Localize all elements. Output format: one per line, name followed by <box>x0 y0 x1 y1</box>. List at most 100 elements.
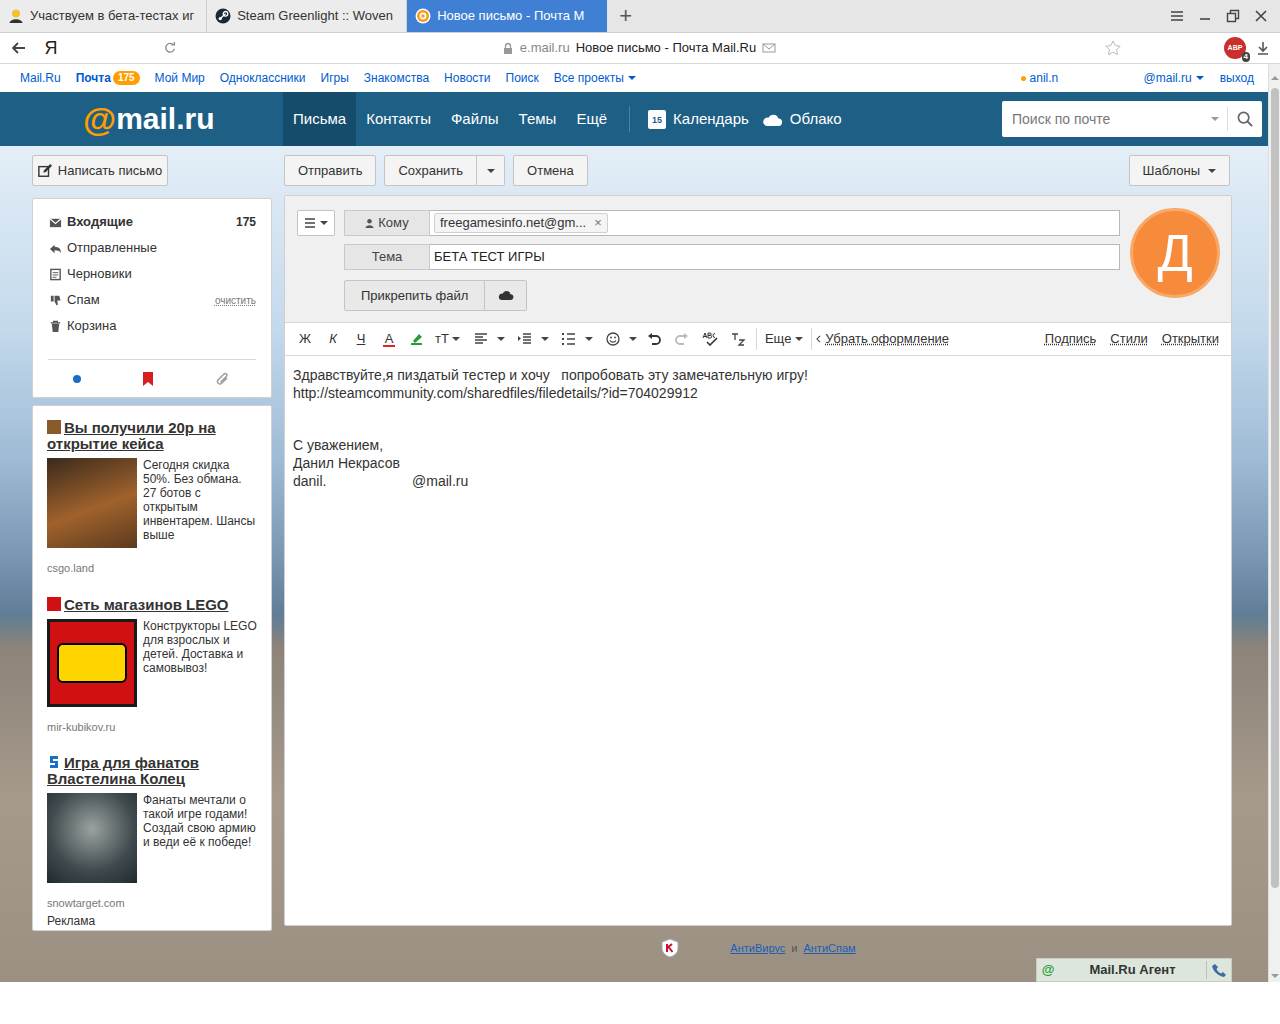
star-icon[interactable] <box>1098 40 1128 56</box>
phone-icon[interactable] <box>1207 963 1231 977</box>
send-button[interactable]: Отправить <box>284 155 376 186</box>
cancel-button[interactable]: Отмена <box>513 155 588 186</box>
download-icon[interactable] <box>1246 41 1280 55</box>
compose-label: Написать письмо <box>58 161 162 181</box>
minimize-icon[interactable] <box>1194 9 1216 23</box>
portal-link[interactable]: Поиск <box>506 69 539 87</box>
browser-tab[interactable]: Steam Greenlight :: Woven <box>207 0 407 32</box>
envelope-icon <box>762 42 776 54</box>
portal-link[interactable]: Новости <box>444 69 490 87</box>
reload-icon[interactable] <box>160 41 180 55</box>
search-input[interactable] <box>1012 109 1203 130</box>
folder-item[interactable]: Спамочистить <box>48 287 256 313</box>
folder-item[interactable]: Входящие175 <box>48 209 256 235</box>
adblock-badge[interactable]: ABP4 <box>1224 37 1246 59</box>
ad-title-row[interactable]: Сеть магазинов LEGO <box>47 597 257 613</box>
folder-item[interactable]: Корзина <box>48 313 256 339</box>
underline-button[interactable]: Ч <box>347 327 375 351</box>
align-icon[interactable] <box>467 327 495 351</box>
mail-logo[interactable]: @mail.ru <box>0 92 283 146</box>
unread-filter-icon[interactable] <box>73 375 81 383</box>
portal-link[interactable]: Игры <box>321 69 349 87</box>
save-menu-button[interactable] <box>477 155 505 186</box>
format-link[interactable]: Стили <box>1110 329 1147 349</box>
save-button[interactable]: Сохранить <box>384 155 477 186</box>
nav-tab[interactable]: Файлы <box>441 92 509 146</box>
to-field[interactable]: freegamesinfo.net@gm...× <box>430 210 1120 236</box>
nav-tab[interactable]: Контакты <box>356 92 441 146</box>
yandex-logo[interactable]: Я <box>36 35 66 62</box>
search-icon[interactable] <box>1228 111 1262 128</box>
send-label: Отправить <box>298 161 362 181</box>
logo-at: @ <box>83 102 116 136</box>
url-field[interactable]: e.mail.ruНовое письмо - Почта Mail.Ru <box>180 38 1098 58</box>
translit-icon[interactable] <box>724 327 752 351</box>
portal-link[interactable]: Мой Мир <box>155 69 205 87</box>
menu-icon[interactable] <box>1166 9 1188 23</box>
antispam-link[interactable]: АнтиСпам <box>803 940 855 957</box>
scrollbar[interactable] <box>1268 64 1280 982</box>
flag-filter-icon[interactable] <box>142 372 154 386</box>
clear-format-button[interactable]: Убрать оформление <box>816 329 949 349</box>
scroll-down-icon <box>1271 974 1279 978</box>
new-tab-button[interactable]: + <box>607 0 644 32</box>
portal-link[interactable]: Знакомства <box>364 69 429 87</box>
app-link[interactable]: 15Календарь <box>642 92 755 146</box>
clear-spam-link[interactable]: очистить <box>215 293 256 308</box>
align-button[interactable] <box>464 327 508 351</box>
ad-title-row[interactable]: Игра для фанатов Властелина Колец <box>47 755 257 787</box>
scroll-thumb[interactable] <box>1271 88 1279 888</box>
emoji-button[interactable] <box>596 327 640 351</box>
browser-tab[interactable]: Новое письмо - Почта M <box>407 0 607 32</box>
compose-menu-button[interactable] <box>297 210 335 236</box>
templates-button[interactable]: Шаблоны <box>1129 155 1231 186</box>
nav-tab[interactable]: Темы <box>509 92 567 146</box>
browser-tab[interactable]: Участвуем в бета-тестах иг <box>0 0 207 32</box>
format-link[interactable]: Открытки <box>1162 329 1219 349</box>
nav-tab[interactable]: Письма <box>283 92 356 146</box>
portal-link[interactable]: Одноклассники <box>220 69 306 87</box>
format-link[interactable]: Подпись <box>1045 329 1096 349</box>
undo-icon[interactable] <box>640 327 668 351</box>
smile-icon[interactable] <box>599 327 627 351</box>
attach-button[interactable]: Прикрепить файл <box>344 280 485 311</box>
user-menu[interactable]: anil.n@mail.ru <box>1021 69 1204 87</box>
portal-link[interactable]: Mail.Ru <box>20 69 61 87</box>
remove-recipient-button[interactable]: × <box>594 213 602 233</box>
caret-icon <box>1211 117 1219 121</box>
numbered-list-icon[interactable] <box>555 327 583 351</box>
portal-link[interactable]: Почта175 <box>76 69 140 87</box>
close-icon[interactable] <box>1250 9 1272 23</box>
indent-button[interactable] <box>508 327 552 351</box>
app-link[interactable]: Облако <box>755 92 848 146</box>
indent-icon[interactable] <box>511 327 539 351</box>
nav-tab[interactable]: Ещё <box>566 92 617 146</box>
ad-image[interactable] <box>47 619 137 707</box>
agent-bar[interactable]: @Mail.Ru Агент <box>1036 958 1232 982</box>
portal-link[interactable]: Все проекты <box>554 69 636 87</box>
folder-item[interactable]: Черновики <box>48 261 256 287</box>
ad-image[interactable] <box>47 458 137 548</box>
ad-title-row[interactable]: Вы получили 20р на открытие кейса <box>47 420 257 452</box>
font-size-button[interactable]: тТ <box>431 327 464 351</box>
restore-icon[interactable] <box>1222 9 1244 23</box>
cloud-attach-button[interactable] <box>485 280 527 311</box>
redo-icon[interactable] <box>668 327 696 351</box>
logout-link[interactable]: выход <box>1220 69 1254 87</box>
compose-button[interactable]: Написать письмо <box>32 155 168 186</box>
bold-button[interactable]: Ж <box>291 327 319 351</box>
list-button[interactable] <box>552 327 596 351</box>
highlight-icon[interactable] <box>403 327 431 351</box>
spellcheck-icon[interactable] <box>696 327 724 351</box>
folder-item[interactable]: Отправленные <box>48 235 256 261</box>
back-icon[interactable] <box>0 40 36 56</box>
subject-field[interactable]: БЕТА ТЕСТ ИГРЫ <box>430 244 1120 270</box>
more-format-button[interactable]: Еще <box>761 329 807 349</box>
folder-label: Черновики <box>67 264 132 284</box>
italic-button[interactable]: К <box>319 327 347 351</box>
message-body[interactable]: Здравствуйте,я пиздатый тестер и хочу по… <box>285 356 1231 925</box>
antivirus-link[interactable]: АнтиВирус <box>730 940 785 957</box>
ad-image[interactable] <box>47 793 137 883</box>
text-color-button[interactable]: A <box>375 327 403 351</box>
attachment-filter-icon[interactable] <box>215 372 231 386</box>
